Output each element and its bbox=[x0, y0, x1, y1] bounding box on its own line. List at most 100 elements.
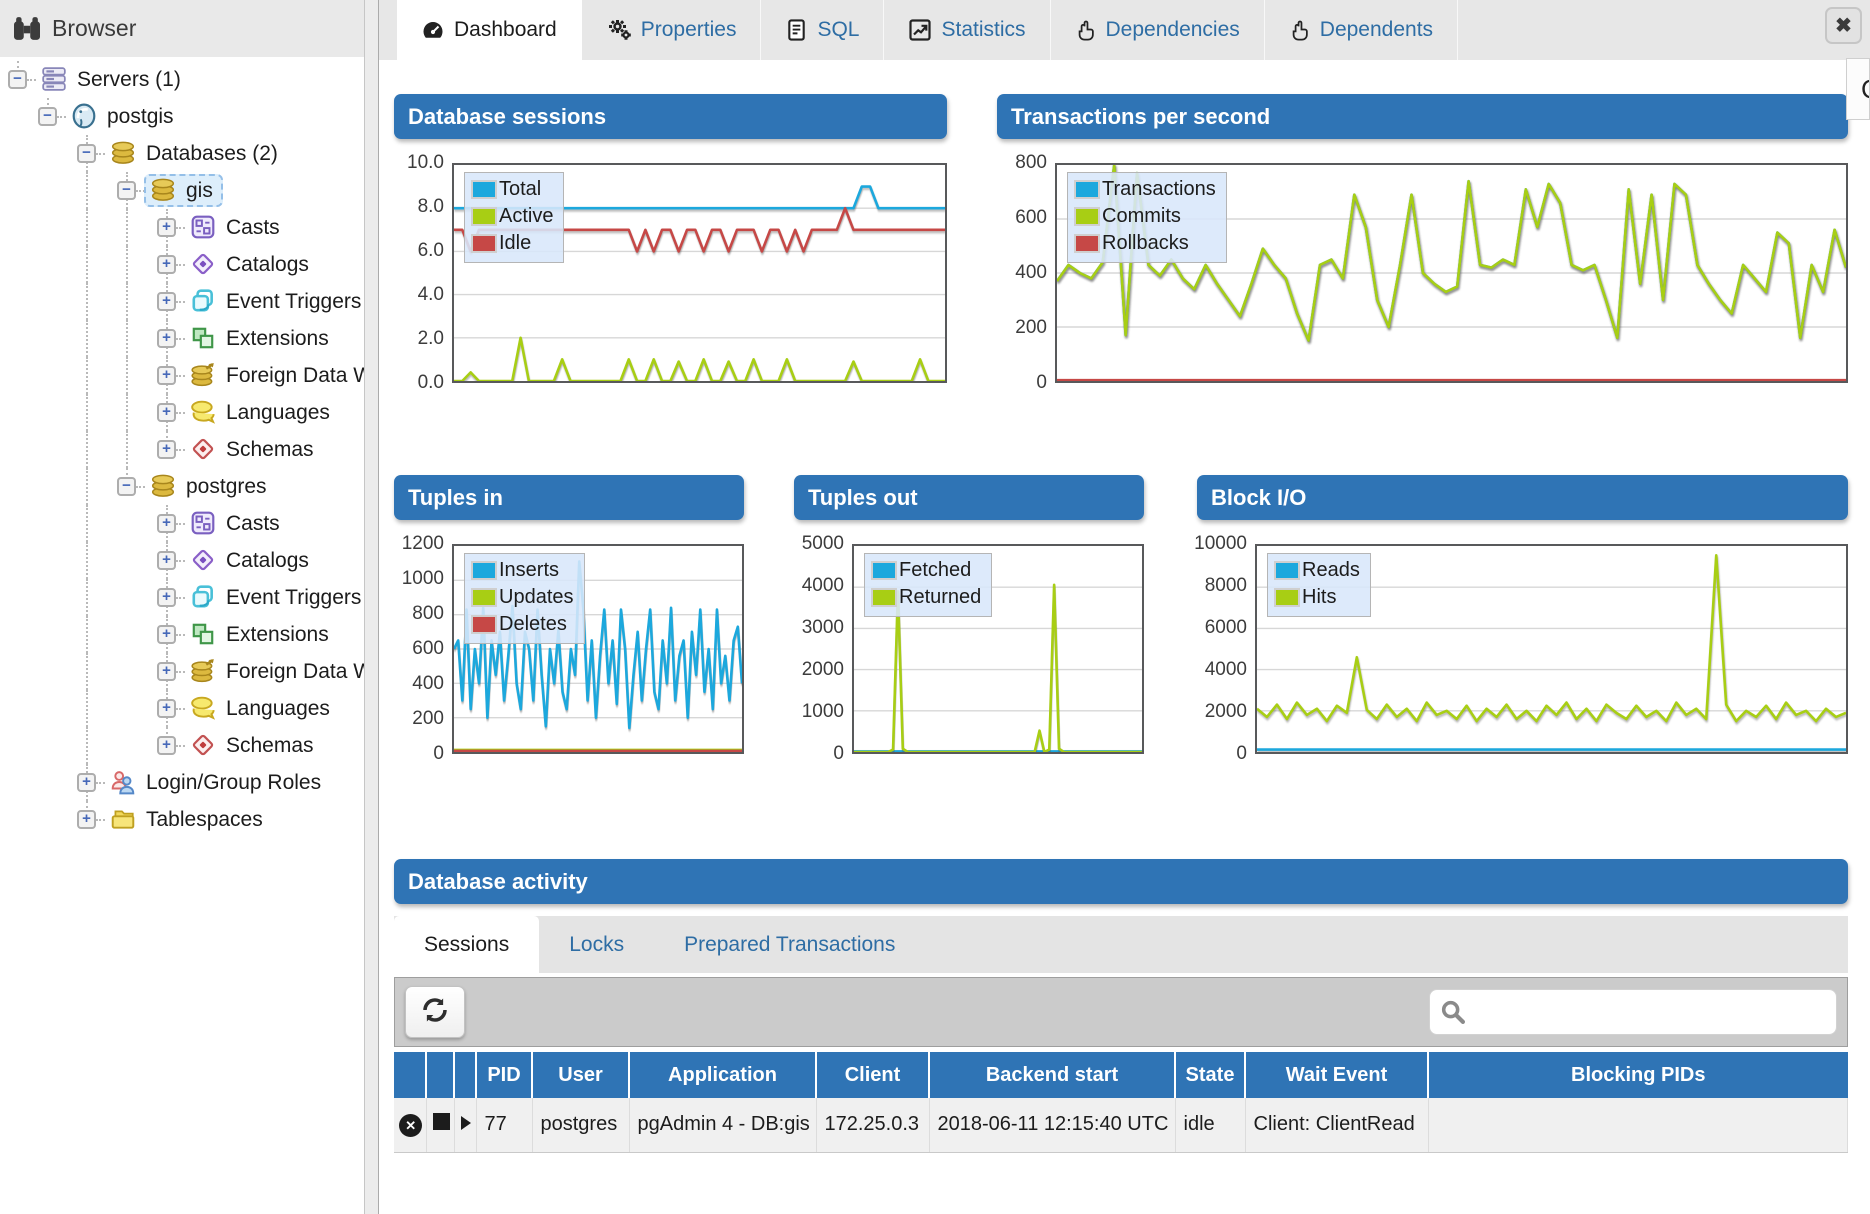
expand-toggle-icon[interactable]: + bbox=[77, 810, 96, 829]
chart-tuples-in: Tuples in120010008006004002000InsertsUpd… bbox=[394, 475, 744, 754]
activity-tab-locks[interactable]: Locks bbox=[539, 916, 654, 973]
sidebar-item-schemas[interactable]: +Schemas bbox=[0, 727, 364, 764]
activity-tab-sessions[interactable]: Sessions bbox=[394, 916, 539, 973]
expand-toggle-icon[interactable]: + bbox=[157, 736, 176, 755]
y-tick-label: 6000 bbox=[1205, 617, 1247, 639]
tab-dependencies[interactable]: Dependencies bbox=[1051, 0, 1265, 60]
sidebar-item-catalogs[interactable]: +Catalogs bbox=[0, 542, 364, 579]
y-tick-label: 10000 bbox=[1194, 533, 1247, 555]
event-triggers-icon bbox=[189, 584, 219, 612]
cell-client: 172.25.0.3 bbox=[816, 1098, 929, 1152]
activity-tab-prepared-transactions[interactable]: Prepared Transactions bbox=[654, 916, 925, 973]
sidebar-item-foreign-data-wrappers[interactable]: +Foreign Data Wrappers bbox=[0, 357, 364, 394]
y-tick-label: 200 bbox=[1015, 317, 1047, 339]
legend-database-sessions: TotalActiveIdle bbox=[464, 172, 564, 263]
database-icon bbox=[109, 140, 139, 168]
collapse-toggle-icon[interactable]: − bbox=[38, 107, 57, 126]
expand-toggle-icon[interactable]: + bbox=[157, 292, 176, 311]
tab-statistics[interactable]: Statistics bbox=[884, 0, 1050, 60]
sidebar-item-catalogs[interactable]: +Catalogs bbox=[0, 246, 364, 283]
expand-toggle-icon[interactable]: + bbox=[77, 773, 96, 792]
y-tick-label: 6.0 bbox=[418, 240, 444, 262]
y-tick-label: 10.0 bbox=[407, 152, 444, 174]
search-box bbox=[1429, 989, 1837, 1035]
panel-splitter[interactable] bbox=[365, 0, 379, 1214]
collapse-toggle-icon[interactable]: − bbox=[8, 70, 27, 89]
column-header-backend-start: Backend start bbox=[929, 1052, 1175, 1098]
hand-icon bbox=[1075, 18, 1097, 42]
sidebar-item-languages[interactable]: +Languages bbox=[0, 394, 364, 431]
legend-block-io: ReadsHits bbox=[1267, 553, 1371, 617]
y-tick-label: 8.0 bbox=[418, 196, 444, 218]
tab-dashboard[interactable]: Dashboard bbox=[397, 0, 582, 60]
sidebar-item-languages[interactable]: +Languages bbox=[0, 690, 364, 727]
sidebar-item-tablespaces[interactable]: + Tablespaces bbox=[0, 801, 364, 838]
legend-swatch bbox=[871, 588, 897, 607]
tab-label: Properties bbox=[641, 18, 737, 42]
sidebar-item-schemas[interactable]: +Schemas bbox=[0, 431, 364, 468]
roles-icon bbox=[109, 769, 139, 797]
y-tick-label: 2000 bbox=[1205, 701, 1247, 723]
expand-toggle-icon[interactable]: + bbox=[157, 366, 176, 385]
collapse-toggle-icon[interactable]: − bbox=[117, 477, 136, 496]
tree-guide bbox=[86, 616, 88, 653]
collapse-toggle-icon[interactable]: − bbox=[117, 181, 136, 200]
tree-item-label: Tablespaces bbox=[146, 808, 263, 832]
tree-guide bbox=[126, 431, 128, 468]
tree-item-label: Databases (2) bbox=[146, 142, 278, 166]
tab-dependents[interactable]: Dependents bbox=[1265, 0, 1458, 60]
expand-toggle-icon[interactable]: + bbox=[157, 440, 176, 459]
cancel-session-icon[interactable]: ✕ bbox=[394, 1098, 426, 1152]
event-triggers-icon bbox=[189, 288, 219, 316]
sidebar-item-foreign-data-wrappers[interactable]: +Foreign Data Wrappers bbox=[0, 653, 364, 690]
expand-toggle-icon[interactable]: + bbox=[157, 255, 176, 274]
legend-item-hits: Hits bbox=[1274, 584, 1360, 611]
cell-backend-start: 2018-06-11 12:15:40 UTC bbox=[929, 1098, 1175, 1152]
close-icon[interactable]: ✖ bbox=[1825, 7, 1862, 44]
sidebar-item-databases-2[interactable]: − Databases (2) bbox=[0, 135, 364, 172]
sidebar-item-gis[interactable]: −gis bbox=[0, 172, 364, 209]
expand-toggle-icon[interactable]: + bbox=[157, 625, 176, 644]
chart-title-database-sessions: Database sessions bbox=[394, 94, 947, 139]
sidebar-item-event-triggers[interactable]: +Event Triggers bbox=[0, 579, 364, 616]
sidebar-item-postgres[interactable]: −postgres bbox=[0, 468, 364, 505]
legend-swatch bbox=[1074, 180, 1100, 199]
tab-properties[interactable]: Properties bbox=[582, 0, 762, 60]
sidebar-item-event-triggers[interactable]: +Event Triggers bbox=[0, 283, 364, 320]
expand-toggle-icon[interactable]: + bbox=[157, 329, 176, 348]
expand-toggle-icon[interactable]: + bbox=[157, 218, 176, 237]
sidebar-item-extensions[interactable]: +Extensions bbox=[0, 320, 364, 357]
legend-swatch bbox=[471, 180, 497, 199]
expand-toggle-icon[interactable]: + bbox=[157, 588, 176, 607]
sidebar-item-servers-1[interactable]: −Servers (1) bbox=[0, 61, 364, 98]
casts-icon bbox=[189, 214, 219, 242]
partial-button[interactable]: C bbox=[1846, 58, 1870, 120]
refresh-button[interactable] bbox=[405, 986, 465, 1038]
expand-toggle-icon[interactable]: + bbox=[157, 403, 176, 422]
legend-transactions-per-second: TransactionsCommitsRollbacks bbox=[1067, 172, 1227, 263]
legend-swatch bbox=[1074, 234, 1100, 253]
sidebar-item-casts[interactable]: +Casts bbox=[0, 209, 364, 246]
tab-label: SQL bbox=[817, 18, 859, 42]
cell-state: idle bbox=[1175, 1098, 1245, 1152]
dashboard-icon bbox=[421, 18, 445, 42]
tab-sql[interactable]: SQL bbox=[761, 0, 884, 60]
collapse-toggle-icon[interactable]: − bbox=[77, 144, 96, 163]
expand-toggle-icon[interactable]: + bbox=[157, 514, 176, 533]
chart-title-block-io: Block I/O bbox=[1197, 475, 1848, 520]
search-input[interactable] bbox=[1429, 989, 1837, 1035]
tree-guide bbox=[86, 394, 88, 431]
expand-toggle-icon[interactable]: + bbox=[157, 699, 176, 718]
chart-title-tuples-out: Tuples out bbox=[794, 475, 1144, 520]
expand-row-icon[interactable] bbox=[454, 1098, 476, 1152]
legend-swatch bbox=[1074, 207, 1100, 226]
sidebar-item-casts[interactable]: +Casts bbox=[0, 505, 364, 542]
sidebar-item-postgis[interactable]: −postgis bbox=[0, 98, 364, 135]
expand-toggle-icon[interactable]: + bbox=[157, 551, 176, 570]
object-tree: −Servers (1)−postgis−Databases (2)−gis+C… bbox=[0, 57, 364, 1214]
sidebar-item-extensions[interactable]: +Extensions bbox=[0, 616, 364, 653]
sidebar-item-login-group-roles[interactable]: +Login/Group Roles bbox=[0, 764, 364, 801]
stop-session-icon[interactable] bbox=[426, 1098, 454, 1152]
expand-toggle-icon[interactable]: + bbox=[157, 662, 176, 681]
plot-area-database-sessions: TotalActiveIdle bbox=[452, 163, 947, 383]
